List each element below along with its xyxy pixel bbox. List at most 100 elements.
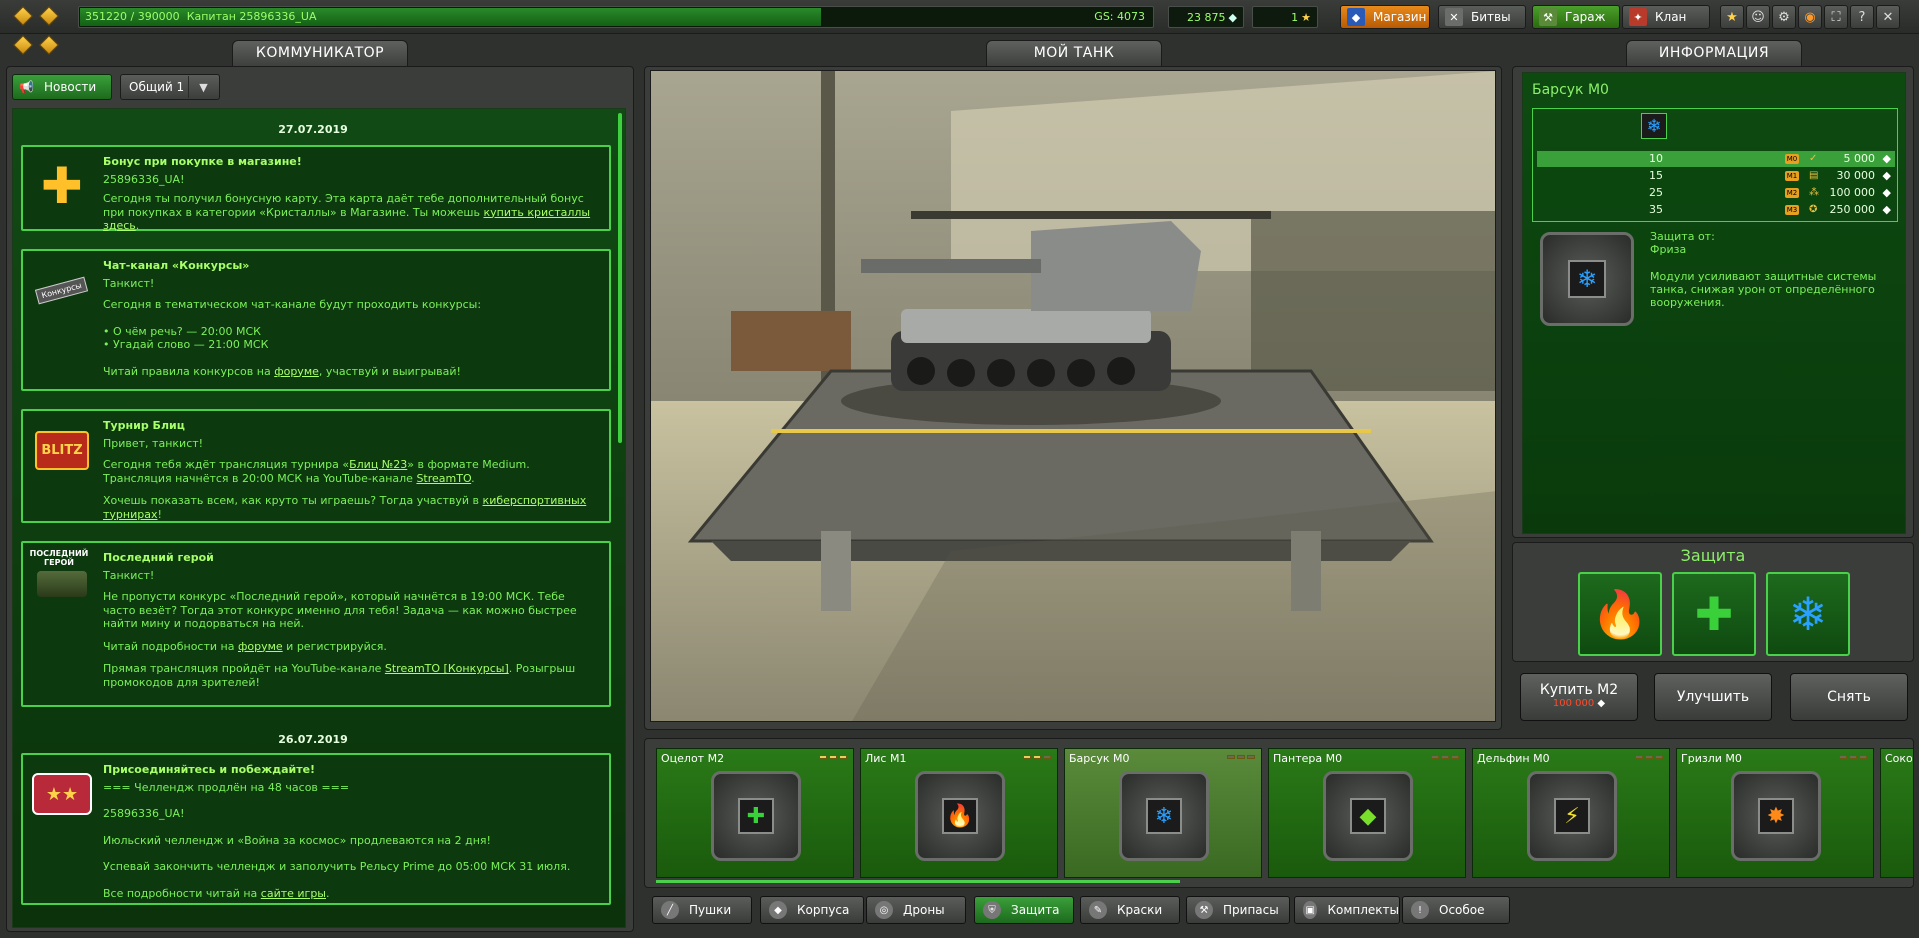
module-item[interactable]: Лис M1 🔥 (860, 748, 1058, 878)
news-title: Турнир Блиц (103, 419, 185, 432)
module-item[interactable]: Барсук M0 ❄ (1064, 748, 1262, 878)
crystals-value: 23 875 (1187, 10, 1226, 24)
news-text: Хочешь показать всем, как круто ты играе… (103, 494, 483, 507)
protection-slot-fire[interactable]: 🔥 (1578, 572, 1662, 656)
news-text: . (326, 886, 330, 900)
streamto-contests-link[interactable]: StreamTO [Конкурсы] (385, 662, 509, 675)
stars-badge-icon: ★★ (29, 761, 95, 827)
remove-button[interactable]: Снять (1790, 673, 1908, 721)
news-feed[interactable]: 27.07.2019 ✚ Бонус при покупке в магазин… (12, 108, 626, 928)
garage-scene (651, 71, 1495, 721)
news-text: Июльский челлендж и «Война за космос» пр… (103, 833, 491, 847)
news-text: • Угадай слово — 21:00 МСК (103, 338, 269, 351)
module-item[interactable]: Дельфин M0 ⚡ (1472, 748, 1670, 878)
news-button[interactable]: 📢 Новости (12, 74, 112, 100)
battles-button[interactable]: ✕ Битвы (1438, 5, 1526, 29)
news-text: . (471, 471, 475, 485)
friends-icon[interactable]: ☺ (1746, 5, 1770, 29)
game-site-link[interactable]: сайте игры (261, 887, 326, 900)
module-item[interactable]: Соко (1880, 748, 1914, 878)
close-icon[interactable]: ✕ (1876, 5, 1900, 29)
wrench-icon: ⚒ (1539, 8, 1557, 26)
mod-badge: M3 (1785, 205, 1799, 215)
buy-button[interactable]: Купить M2 100 000 ◆ (1520, 673, 1638, 721)
news-text: Не пропусти конкурс «Последний герой», к… (103, 590, 577, 630)
gear-icon[interactable]: ⚙ (1772, 5, 1796, 29)
shop-label: Магазин (1373, 10, 1427, 24)
freeze-icon: ❄ (1568, 260, 1606, 298)
shop-button[interactable]: ◆ Магазин (1340, 5, 1430, 29)
gear-score: GS: 4073 (1094, 10, 1145, 23)
protection-slot-freeze[interactable]: ❄ (1766, 572, 1850, 656)
channel-value: Общий 1 (129, 80, 185, 94)
news-title: Присоединяйтесь и побеждайте! (103, 763, 316, 776)
news-text: === Челлендж продлён на 48 часов === (103, 780, 350, 794)
streamto-link[interactable]: StreamTO (416, 472, 471, 485)
forum-link[interactable]: форуме (238, 640, 283, 653)
freeze-icon: ❄ (1146, 798, 1182, 834)
category-label: Дроны (903, 903, 945, 917)
contest-badge-label: Конкурсы (35, 276, 89, 304)
last-hero-icon: ПОСЛЕДНИЙ ГЕРОЙ (29, 549, 95, 615)
category-kits[interactable]: ▣ Комплекты (1294, 896, 1400, 924)
category-hulls[interactable]: ◆ Корпуса (760, 896, 864, 924)
module-item[interactable]: Оцелот M2 ✚ (656, 748, 854, 878)
fullscreen-icon[interactable]: ⛶ (1824, 5, 1848, 29)
module-name: Лис M1 (865, 752, 907, 765)
clan-button[interactable]: ✦ Клан (1622, 5, 1710, 29)
tank-viewport[interactable] (650, 70, 1496, 722)
protection-from: Защита от: (1650, 230, 1715, 243)
protection-label: Защита от: Фриза (1650, 230, 1715, 256)
blitz-logo-icon: BLITZ (29, 417, 95, 483)
module-scrollbar[interactable] (656, 880, 1180, 883)
chevron-down-icon[interactable]: ▼ (188, 76, 218, 98)
module-level-dots (1635, 755, 1663, 759)
category-label: Пушки (689, 903, 732, 917)
wrench-icon: ⚒ (1195, 901, 1213, 919)
megaphone-icon: 📢 (19, 80, 34, 94)
category-paints[interactable]: ✎ Краски (1080, 896, 1180, 924)
rank-username: Капитан 25896336_UA (186, 10, 317, 23)
module-description: Модули усиливают защитные системы танка,… (1650, 270, 1877, 309)
level-row[interactable]: 25 M2 ⁂ 100 000 ◆ (1537, 185, 1895, 201)
gun-icon: ╱ (661, 901, 679, 919)
category-drones[interactable]: ◎ Дроны (866, 896, 966, 924)
firebird-icon: ✸ (1758, 798, 1794, 834)
drone-icon: ◎ (875, 901, 893, 919)
protection-slot-plus[interactable]: ✚ (1672, 572, 1756, 656)
upgrade-button[interactable]: Улучшить (1654, 673, 1772, 721)
module-level-dots (1023, 755, 1051, 759)
level-row[interactable]: 35 M3 ✪ 250 000 ◆ (1537, 202, 1895, 218)
news-title: Бонус при покупке в магазине! (103, 155, 302, 168)
category-label: Краски (1117, 903, 1163, 917)
blitz-link[interactable]: Блиц №23 (349, 458, 407, 471)
category-supplies[interactable]: ⚒ Припасы (1186, 896, 1290, 924)
garage-button[interactable]: ⚒ Гараж (1532, 5, 1620, 29)
category-protection[interactable]: ⛨ Защита (974, 896, 1074, 924)
news-text: ! (157, 507, 162, 521)
my-tank-header: МОЙ ТАНК (986, 40, 1162, 66)
category-special[interactable]: ! Особое (1402, 896, 1510, 924)
module-item[interactable]: Гризли M0 ✸ (1676, 748, 1874, 878)
level-row[interactable]: 15 M1 ▤ 30 000 ◆ (1537, 168, 1895, 184)
feed-scrollbar[interactable] (618, 113, 622, 443)
news-text: Успевай закончить челлендж и заполучить … (103, 860, 571, 873)
freeze-icon: ❄ (1641, 113, 1667, 139)
star-icon[interactable]: ★ (1720, 5, 1744, 29)
catwalk (911, 211, 1271, 219)
kit-icon: ▣ (1303, 901, 1318, 919)
sound-icon[interactable]: ◉ (1798, 5, 1822, 29)
level-row[interactable]: 10 M0 ✓ 5 000 ◆ (1537, 151, 1895, 167)
module-item[interactable]: Пантера M0 ◆ (1268, 748, 1466, 878)
category-guns[interactable]: ╱ Пушки (652, 896, 752, 924)
level-value: 35 (1649, 203, 1663, 216)
help-button[interactable]: ? (1850, 5, 1874, 29)
item-title: Барсук M0 (1532, 82, 1609, 98)
forum-link[interactable]: форуме (274, 365, 319, 378)
bonus-plus-icon: ✚ (41, 157, 83, 215)
news-text: Привет, танкист! (103, 436, 204, 450)
category-label: Корпуса (797, 903, 850, 917)
module-name: Соко (1885, 752, 1913, 765)
news-text: Танкист! (103, 568, 155, 582)
news-title: Чат-канал «Конкурсы» (103, 259, 250, 272)
